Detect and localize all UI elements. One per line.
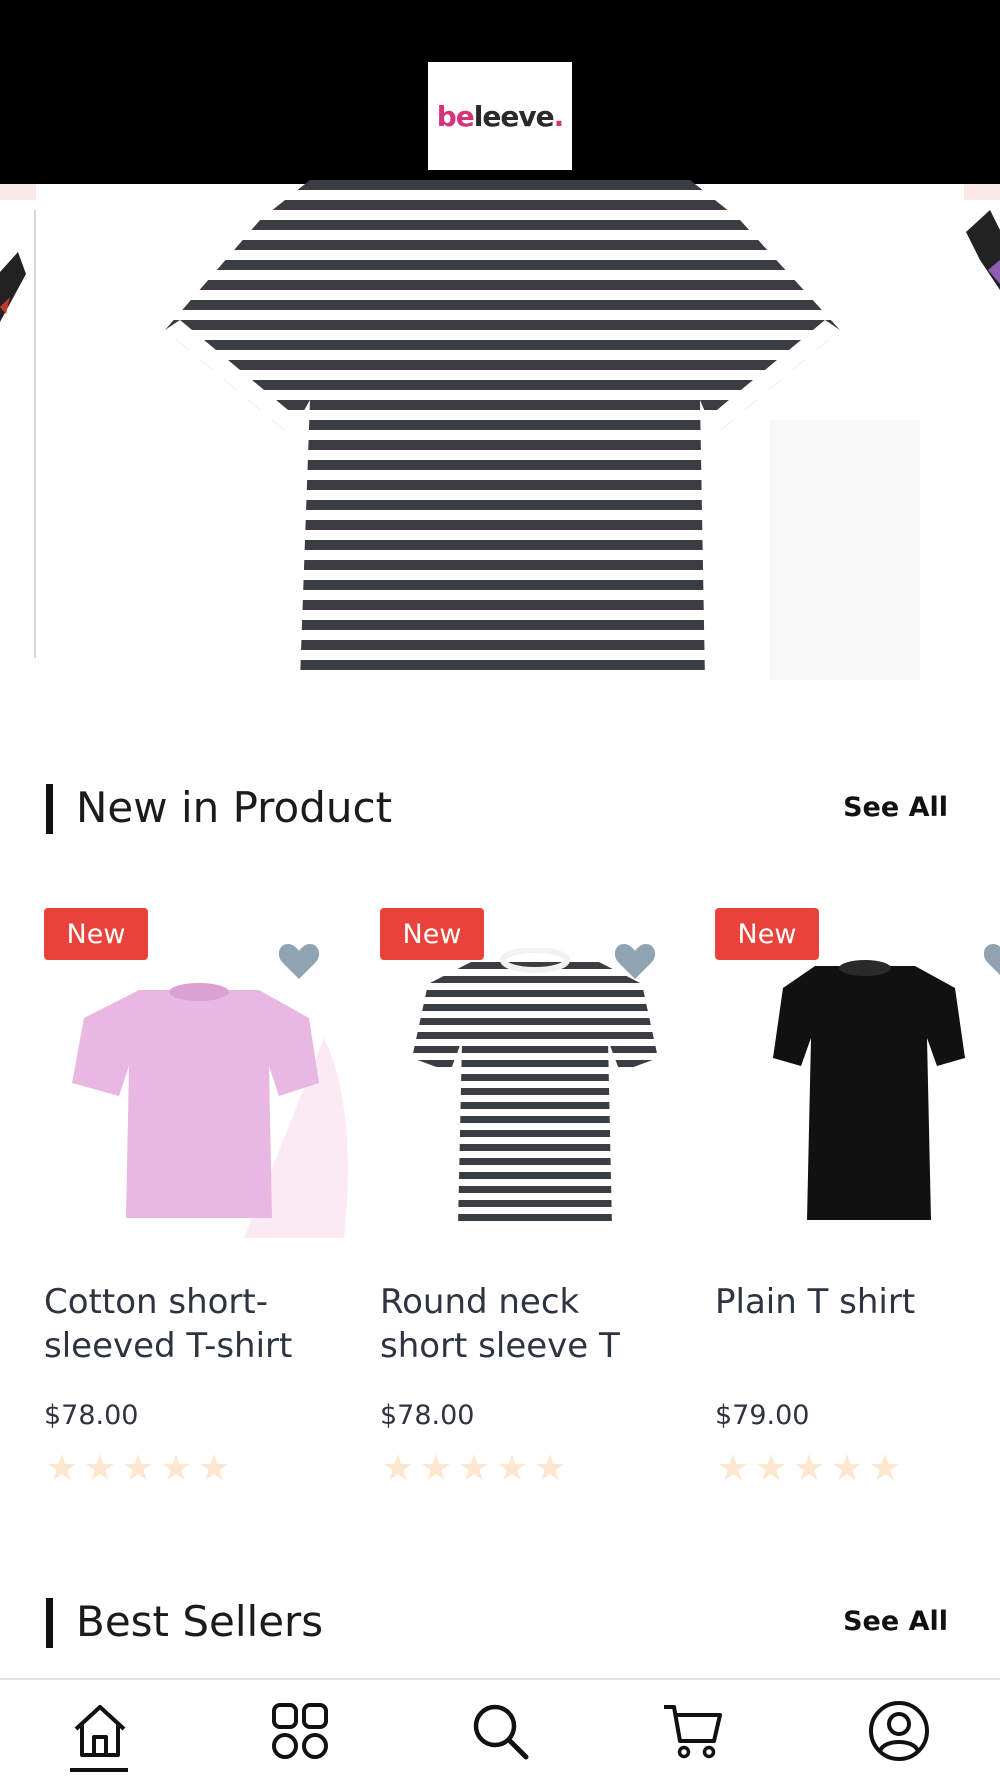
product-title[interactable]: Cotton short- sleeved T-shirt	[44, 1280, 354, 1368]
see-all-new-button[interactable]: See All	[843, 790, 948, 826]
star-icon: ★	[830, 1447, 864, 1488]
striped-tshirt-image	[380, 948, 690, 1238]
product-price: $78.00	[44, 1400, 139, 1431]
section-title: New in Product	[76, 783, 393, 832]
hero-slide-divider	[34, 210, 36, 658]
home-icon	[74, 1705, 126, 1757]
product-price: $78.00	[380, 1400, 475, 1431]
new-in-section-header: New in Product See All	[46, 778, 948, 838]
star-icon: ★	[457, 1447, 491, 1488]
star-icon: ★	[716, 1447, 750, 1488]
see-all-best-sellers-button[interactable]: See All	[843, 1604, 948, 1640]
next-slide-peek	[966, 210, 1000, 290]
star-icon: ★	[45, 1447, 79, 1488]
nav-cart[interactable]	[657, 1696, 727, 1766]
new-badge: New	[44, 908, 148, 960]
product-image[interactable]	[715, 948, 1000, 1238]
prev-slide-peek	[0, 252, 26, 322]
product-card[interactable]: New Cotton short- sleeved T-shirt $78.00…	[44, 908, 354, 1488]
hero-striped-tshirt-image	[165, 180, 840, 680]
product-price: $79.00	[715, 1400, 810, 1431]
pink-tshirt-image	[44, 948, 354, 1238]
product-card[interactable]: New Round neck short sleeve T $78.00 ★ ★…	[380, 908, 690, 1488]
product-title[interactable]: Plain T shirt	[715, 1280, 1000, 1324]
heart-icon[interactable]	[278, 942, 320, 980]
logo-text: beleeve.	[436, 99, 564, 133]
star-icon: ★	[533, 1447, 567, 1488]
best-sellers-section-header: Best Sellers See All	[46, 1592, 948, 1652]
star-icon: ★	[159, 1447, 193, 1488]
profile-icon	[869, 1701, 929, 1761]
product-title[interactable]: Round neck short sleeve T	[380, 1280, 690, 1368]
new-badge: New	[715, 908, 819, 960]
section-title: Best Sellers	[76, 1597, 324, 1646]
section-accent-bar	[46, 1598, 53, 1648]
nav-search[interactable]	[465, 1696, 535, 1766]
categories-icon	[272, 1703, 328, 1759]
nav-categories[interactable]	[265, 1696, 335, 1766]
product-card[interactable]: New Plain T shirt $79.00 ★ ★ ★ ★ ★	[715, 908, 1000, 1488]
rating-stars: ★ ★ ★ ★ ★	[715, 1450, 903, 1486]
star-icon: ★	[121, 1447, 155, 1488]
rating-stars: ★ ★ ★ ★ ★	[44, 1450, 232, 1486]
star-icon: ★	[419, 1447, 453, 1488]
star-icon: ★	[792, 1447, 826, 1488]
star-icon: ★	[754, 1447, 788, 1488]
nav-profile[interactable]	[864, 1696, 934, 1766]
section-accent-bar	[46, 784, 53, 834]
hero-edge-decoration	[964, 184, 1000, 200]
hero-edge-decoration	[0, 184, 36, 200]
star-icon: ★	[197, 1447, 231, 1488]
bottom-navigation	[0, 1678, 1000, 1778]
product-image[interactable]	[380, 948, 690, 1238]
new-badge: New	[380, 908, 484, 960]
star-icon: ★	[83, 1447, 117, 1488]
nav-home[interactable]	[65, 1696, 135, 1766]
cart-icon	[664, 1705, 722, 1759]
heart-icon[interactable]	[983, 942, 1000, 980]
top-bar: beleeve.	[0, 0, 1000, 184]
star-icon: ★	[381, 1447, 415, 1488]
active-tab-indicator	[70, 1768, 128, 1772]
black-tshirt-image	[715, 948, 1000, 1238]
star-icon: ★	[868, 1447, 902, 1488]
product-image[interactable]	[44, 948, 354, 1238]
search-icon	[473, 1704, 529, 1760]
star-icon: ★	[495, 1447, 529, 1488]
rating-stars: ★ ★ ★ ★ ★	[380, 1450, 568, 1486]
brand-logo[interactable]: beleeve.	[428, 62, 572, 170]
heart-icon[interactable]	[614, 942, 656, 980]
